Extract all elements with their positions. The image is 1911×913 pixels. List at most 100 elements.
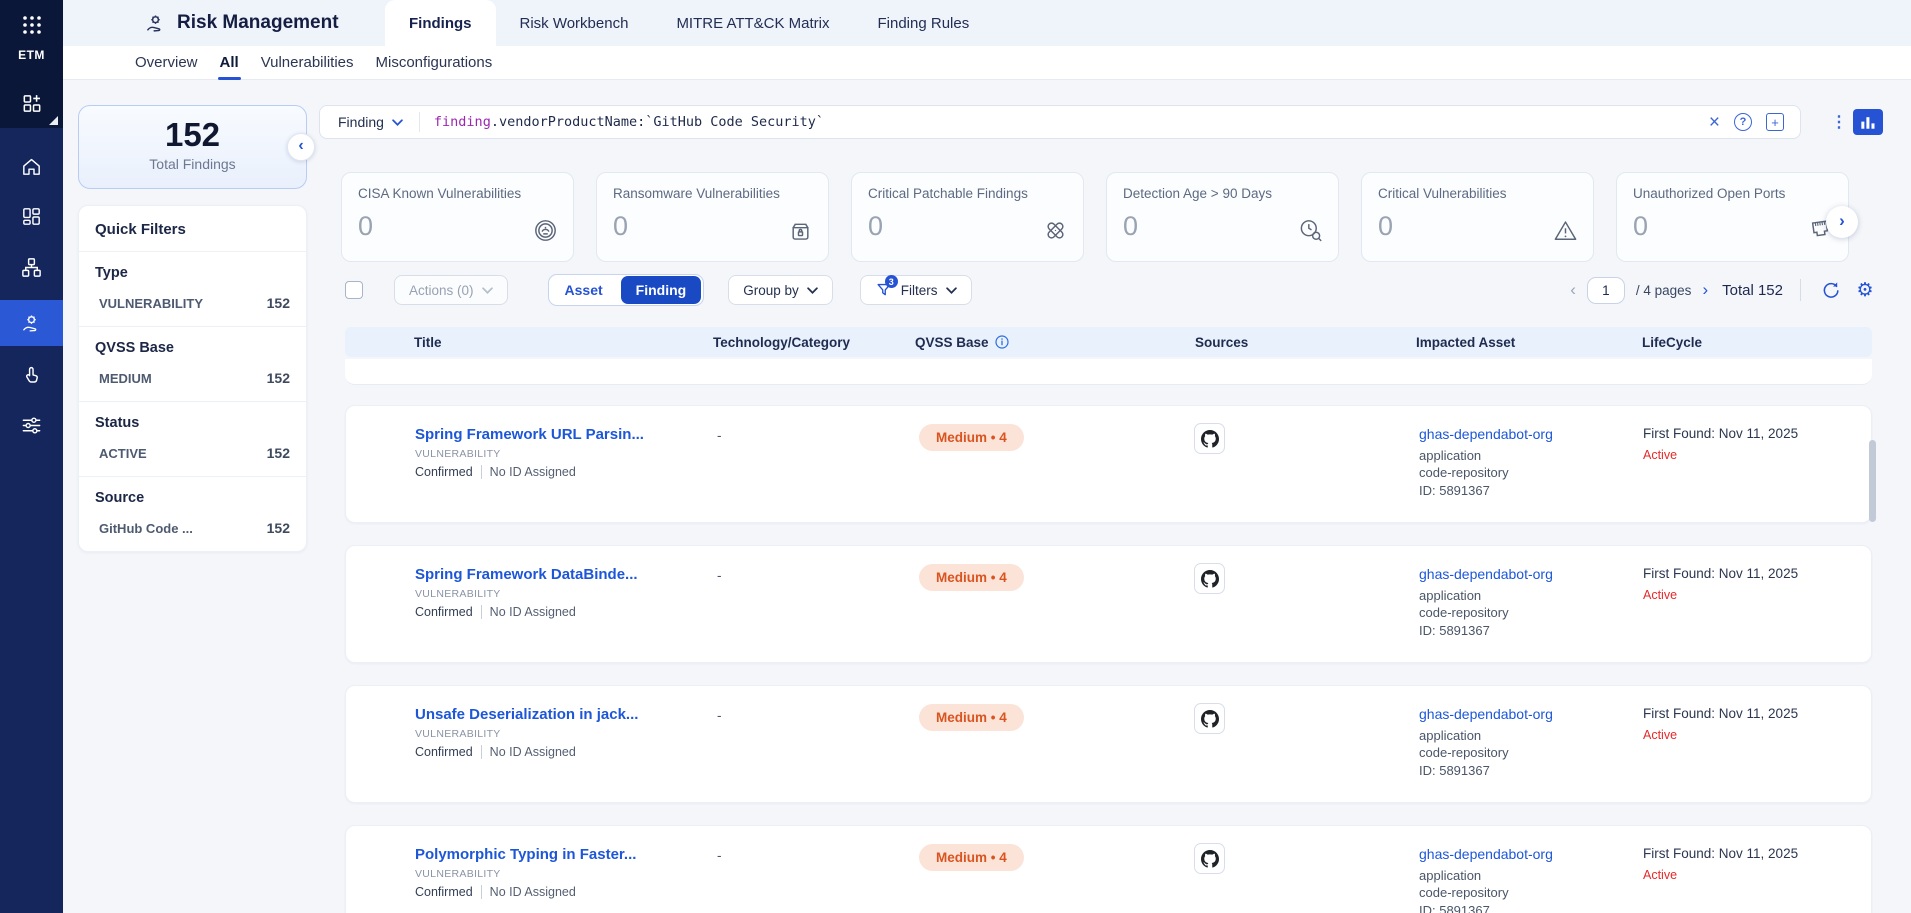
search-scope-dropdown[interactable]: Finding: [320, 114, 419, 130]
asset-kind: application: [1419, 447, 1553, 465]
card-unauthorized-open-ports[interactable]: Unauthorized Open Ports 0: [1616, 172, 1849, 262]
filter-group-source: Source GitHub Code ... 152: [79, 477, 306, 551]
chevron-down-icon: [482, 287, 493, 294]
refresh-icon[interactable]: [1818, 278, 1842, 302]
finding-title-link[interactable]: Spring Framework URL Parsin...: [415, 426, 644, 443]
sidebar-item-risk-management[interactable]: [0, 300, 63, 346]
subtab-misconfigurations[interactable]: Misconfigurations: [374, 46, 495, 80]
filter-item-active[interactable]: ACTIVE 152: [95, 445, 290, 461]
tab-findings[interactable]: Findings: [385, 0, 496, 46]
page-number-input[interactable]: 1: [1587, 277, 1625, 304]
total-findings-label: Total Findings: [79, 156, 306, 172]
filter-item-vulnerability[interactable]: VULNERABILITY 152: [95, 295, 290, 311]
clear-search-icon[interactable]: ×: [1709, 113, 1720, 132]
sidebar-item-asset-inventory[interactable]: [0, 247, 63, 287]
chevron-down-icon: [807, 287, 818, 294]
asset-id: ID: 5891367: [1419, 622, 1553, 640]
hierarchy-icon: [20, 256, 43, 279]
finding-type-label: VULNERABILITY: [415, 868, 636, 880]
subtab-vulnerabilities[interactable]: Vulnerabilities: [259, 46, 356, 80]
column-sources: Sources: [1195, 327, 1248, 357]
finding-row-partial[interactable]: [345, 359, 1872, 385]
previous-page-icon[interactable]: ‹: [1570, 281, 1576, 300]
subtab-all[interactable]: All: [218, 46, 241, 80]
app-grid-icon[interactable]: [21, 14, 43, 36]
query-text: .vendorProductName:`GitHub Code Security…: [491, 114, 824, 130]
asset-id: ID: 5891367: [1419, 902, 1553, 913]
filter-group-type: Type VULNERABILITY 152: [79, 252, 306, 327]
save-query-icon[interactable]: +: [1766, 113, 1784, 131]
tab-finding-rules[interactable]: Finding Rules: [854, 0, 994, 46]
query-help-icon[interactable]: ?: [1734, 113, 1752, 131]
finding-row[interactable]: Unsafe Deserialization in jack... VULNER…: [345, 685, 1872, 803]
add-widget-icon[interactable]: [20, 92, 43, 115]
impacted-asset-link[interactable]: ghas-dependabot-org: [1419, 426, 1553, 444]
cards-next-button[interactable]: ›: [1826, 206, 1858, 238]
asset-subkind: code-repository: [1419, 744, 1553, 762]
title-cell: Unsafe Deserialization in jack... VULNER…: [415, 706, 638, 759]
sidebar-item-dashboards[interactable]: [0, 196, 63, 236]
card-critical-patchable-findings[interactable]: Critical Patchable Findings 0: [851, 172, 1084, 262]
finding-title-link[interactable]: Unsafe Deserialization in jack...: [415, 706, 638, 723]
finding-row[interactable]: Polymorphic Typing in Faster... VULNERAB…: [345, 825, 1872, 913]
chevron-left-icon: ‹: [298, 137, 303, 155]
severity-cell: Medium • 4: [919, 564, 1024, 591]
asset-subkind: code-repository: [1419, 604, 1553, 622]
info-icon[interactable]: [995, 335, 1009, 349]
app-short-name: ETM: [0, 48, 63, 62]
sidebar-item-home[interactable]: [0, 146, 63, 186]
actions-dropdown[interactable]: Actions (0): [394, 275, 508, 305]
filter-item-github-code[interactable]: GitHub Code ... 152: [95, 520, 290, 536]
asset-kind: application: [1419, 867, 1553, 885]
sidebar-item-configuration[interactable]: [0, 405, 63, 445]
select-all-checkbox[interactable]: [345, 281, 363, 299]
finding-row[interactable]: Spring Framework URL Parsin... VULNERABI…: [345, 405, 1872, 523]
tab-risk-workbench[interactable]: Risk Workbench: [496, 0, 653, 46]
finding-toggle-button[interactable]: Finding: [621, 276, 702, 304]
impacted-asset-link[interactable]: ghas-dependabot-org: [1419, 566, 1553, 584]
finding-title-link[interactable]: Polymorphic Typing in Faster...: [415, 846, 636, 863]
github-source-icon[interactable]: [1194, 843, 1225, 874]
collapse-panel-button[interactable]: ‹: [287, 133, 315, 161]
quick-filters-panel: Quick Filters Type VULNERABILITY 152 QVS…: [78, 205, 307, 552]
technology-cell: -: [717, 568, 722, 583]
group-by-dropdown[interactable]: Group by: [728, 275, 833, 305]
finding-type-label: VULNERABILITY: [415, 728, 638, 740]
impacted-asset-cell: ghas-dependabot-org application code-rep…: [1419, 426, 1553, 499]
impacted-asset-link[interactable]: ghas-dependabot-org: [1419, 706, 1553, 724]
github-source-icon[interactable]: [1194, 563, 1225, 594]
chart-view-toggle[interactable]: [1853, 109, 1883, 135]
sidebar-item-response[interactable]: [0, 354, 63, 394]
card-ransomware-vulnerabilities[interactable]: Ransomware Vulnerabilities 0: [596, 172, 829, 262]
asset-kind: application: [1419, 587, 1553, 605]
impacted-asset-cell: ghas-dependabot-org application code-rep…: [1419, 846, 1553, 913]
app-launcher[interactable]: ETM: [0, 0, 63, 128]
card-detection-age[interactable]: Detection Age > 90 Days 0: [1106, 172, 1339, 262]
finding-title-link[interactable]: Spring Framework DataBinde...: [415, 566, 638, 583]
subtab-overview[interactable]: Overview: [133, 46, 200, 80]
kebab-menu-icon[interactable]: ⋮: [1829, 107, 1849, 137]
severity-badge: Medium • 4: [919, 844, 1024, 871]
card-cisa-known-vulnerabilities[interactable]: CISA Known Vulnerabilities 0: [341, 172, 574, 262]
github-source-icon[interactable]: [1194, 423, 1225, 454]
card-critical-vulnerabilities[interactable]: Critical Vulnerabilities 0: [1361, 172, 1594, 262]
filters-dropdown[interactable]: 3 Filters: [860, 275, 972, 305]
github-source-icon[interactable]: [1194, 703, 1225, 734]
impacted-asset-link[interactable]: ghas-dependabot-org: [1419, 846, 1553, 864]
search-actions: × ? +: [1709, 113, 1800, 132]
sources-cell: [1194, 423, 1225, 454]
search-query-input[interactable]: finding.vendorProductName:`GitHub Code S…: [420, 114, 1709, 130]
finding-row[interactable]: Spring Framework DataBinde... VULNERABIL…: [345, 545, 1872, 663]
filter-group-label: Source: [95, 490, 290, 506]
query-keyword: finding: [434, 114, 491, 130]
lifecycle-cell: First Found: Nov 11, 2025 Active: [1643, 846, 1798, 882]
vertical-scrollbar-thumb[interactable]: [1869, 440, 1876, 522]
finding-status-line: Confirmed No ID Assigned: [415, 885, 636, 899]
tab-mitre-attack-matrix[interactable]: MITRE ATT&CK Matrix: [652, 0, 853, 46]
asset-toggle-button[interactable]: Asset: [549, 282, 619, 298]
filter-item-medium[interactable]: MEDIUM 152: [95, 370, 290, 386]
next-page-icon[interactable]: ›: [1702, 281, 1708, 300]
sources-cell: [1194, 563, 1225, 594]
chevron-down-icon: [392, 119, 403, 126]
settings-gear-icon[interactable]: ⚙: [1853, 278, 1877, 302]
